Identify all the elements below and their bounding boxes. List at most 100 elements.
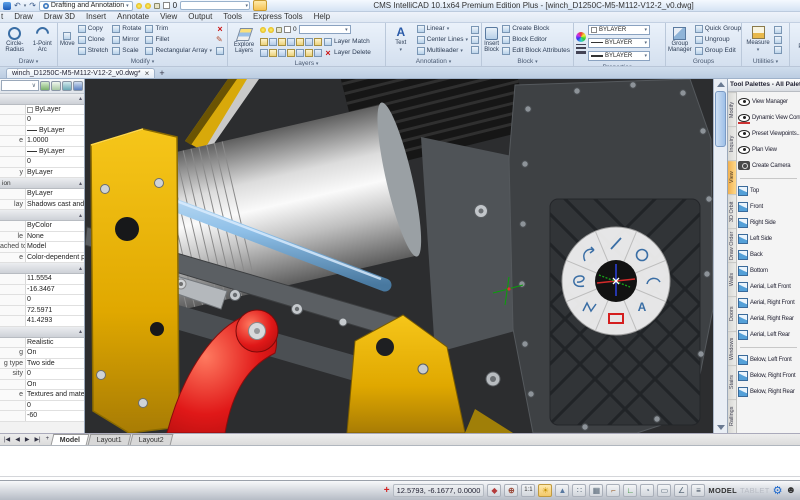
measure-button[interactable]: Measure ▾	[744, 24, 772, 56]
section-misc[interactable]: ▴	[0, 326, 84, 338]
snap-icon[interactable]: ◆	[487, 484, 502, 498]
palette-tab-view[interactable]: View	[728, 160, 736, 195]
grid-icon[interactable]: ▦	[589, 484, 604, 498]
menu-item-help[interactable]: Help	[314, 12, 330, 21]
next-tab-button[interactable]: ▶	[23, 436, 32, 443]
layer-dropdown[interactable]: ▾	[180, 1, 251, 10]
prop-row[interactable]: 41.4293	[0, 316, 84, 327]
prop-row[interactable]: le None	[0, 231, 84, 243]
radial-menu[interactable]: A	[561, 226, 671, 336]
scrollbar-thumb[interactable]	[715, 90, 726, 147]
workspace-select[interactable]: Drafting and Annotation ▾	[38, 0, 133, 11]
prop-row[interactable]: On	[0, 379, 84, 391]
section-3d-visualization[interactable]: ion ▴	[0, 178, 84, 190]
prop-row[interactable]: layShadows cast and r...	[0, 199, 84, 211]
ungroup-button[interactable]: Ungroup	[694, 35, 743, 45]
entity-type-select[interactable]: ∨	[1, 80, 39, 92]
palette-item-below-left-front[interactable]: Below, Left Front	[737, 352, 800, 368]
center-lines-button[interactable]: Center Lines ▾	[416, 35, 469, 45]
edit-length-button[interactable]: ✎	[215, 35, 225, 45]
delete-button[interactable]: ×	[215, 24, 225, 34]
circle-radius-button[interactable]: Circle-Radius	[2, 24, 28, 56]
wipeout-icon[interactable]	[471, 35, 479, 44]
layer-properties-button[interactable]	[253, 0, 268, 11]
id-point-icon[interactable]	[774, 25, 782, 34]
radial-text-icon[interactable]: A	[638, 300, 647, 314]
layer-on-bulb-icon[interactable]	[135, 2, 142, 9]
linetype-icon[interactable]	[576, 43, 586, 54]
palette-item-top[interactable]: Top	[737, 183, 800, 199]
insert-block-button[interactable]: Insert Block	[484, 24, 499, 56]
color-wheel-icon[interactable]	[576, 31, 586, 42]
prop-row[interactable]: 11.5554	[0, 274, 84, 285]
trim-button[interactable]: Trim	[144, 24, 213, 34]
list-icon[interactable]	[774, 45, 782, 54]
palette-item-front[interactable]: Front	[737, 199, 800, 215]
menu-item-draw3d[interactable]: Draw 3D	[44, 12, 75, 21]
linear-dimension-button[interactable]: Linear ▾	[416, 24, 469, 34]
app-icon[interactable]	[3, 1, 11, 10]
palette-tab-draw-order[interactable]: Draw Order	[728, 228, 736, 263]
palette-item-aerial-right-front[interactable]: Aerial, Right Front	[737, 295, 800, 311]
last-tab-button[interactable]: ▶|	[32, 436, 42, 443]
block-group-label[interactable]: Block ▾	[482, 57, 573, 66]
menu-item-output[interactable]: Output	[188, 12, 212, 21]
group-manager-button[interactable]: Group Manager	[668, 24, 692, 56]
draw-group-label[interactable]: Draw ▾	[0, 57, 57, 66]
move-button[interactable]: Move	[60, 24, 75, 56]
prop-row[interactable]: Realistic	[0, 337, 84, 349]
entity-snap-icon[interactable]: ⊕	[504, 484, 519, 498]
prop-row[interactable]: e 1.0000	[0, 136, 84, 147]
prop-row[interactable]: ByColor	[0, 221, 84, 232]
document-close-icon[interactable]: ×	[145, 69, 150, 77]
modify-group-label[interactable]: Modify ▾	[58, 57, 227, 66]
palette-item-plan-view[interactable]: Plan View	[737, 142, 800, 158]
layer-color-swatch[interactable]	[162, 2, 170, 9]
palette-item-aerial-right-rear[interactable]: Aerial, Right Rear	[737, 311, 800, 327]
annotation-group-label[interactable]: Annotation ▾	[386, 57, 481, 66]
palette-tab-stairs[interactable]: Stairs	[728, 364, 736, 399]
prop-row[interactable]: ByLayer	[0, 146, 84, 158]
layer-bulb-icon[interactable]	[260, 26, 266, 33]
palette-item-view-manager[interactable]: View Manager	[737, 94, 800, 110]
model-space-toggle[interactable]: MODEL	[708, 486, 737, 495]
palette-item-create-camera[interactable]: Create Camera	[737, 158, 800, 174]
tab-layout1[interactable]: Layout1	[88, 433, 132, 445]
palette-item-preset-viewpoints[interactable]: Preset Viewpoints...	[737, 126, 800, 142]
block-editor-button[interactable]: Block Editor	[501, 35, 571, 45]
layers-dropdown[interactable]: ▾	[298, 25, 351, 35]
palette-item-back[interactable]: Back	[737, 247, 800, 263]
fillet-button[interactable]: Fillet	[144, 35, 213, 45]
command-line[interactable]	[0, 444, 800, 481]
palette-tab-windows[interactable]: Windows	[728, 330, 736, 365]
tool-palettes-title[interactable]: Tool Palettes - All Palettes	[728, 78, 800, 92]
entity-tracking-icon[interactable]: ◔	[640, 484, 655, 498]
menu-item-partial[interactable]: t	[1, 12, 3, 21]
rotate-button[interactable]: Rotate	[111, 24, 142, 34]
menu-item-view[interactable]: View	[160, 12, 177, 21]
layer-delete-button[interactable]: × Layer Delete	[323, 48, 372, 58]
palette-item-right-side[interactable]: Right Side	[737, 215, 800, 231]
lineweight-icon[interactable]: ≡	[691, 484, 706, 498]
menu-item-insert[interactable]: Insert	[86, 12, 106, 21]
new-document-button[interactable]: +	[159, 68, 164, 78]
isometric-grid-icon[interactable]: ∷	[572, 484, 587, 498]
layer-swatch-icon[interactable]	[284, 26, 291, 34]
layer-match-button[interactable]: Layer Match	[323, 37, 371, 47]
quick-select-icon[interactable]	[40, 80, 50, 91]
annotation-visibility-icon[interactable]: ☀	[538, 484, 553, 498]
undo-button[interactable]: ↶	[14, 1, 21, 10]
first-tab-button[interactable]: |◀	[2, 436, 12, 443]
add-layout-button[interactable]: +	[44, 436, 52, 442]
one-point-arc-button[interactable]: 1-Point Arc	[30, 24, 56, 56]
clone-button[interactable]: Clone	[77, 35, 110, 45]
palette-item-aerial-left-front[interactable]: Aerial, Left Front	[737, 279, 800, 295]
prop-row[interactable]: ached to Model	[0, 242, 84, 253]
prop-row[interactable]: 0	[0, 295, 84, 306]
prop-row[interactable]: 72.5971	[0, 305, 84, 317]
rectangular-array-button[interactable]: Rectangular Array ▾	[144, 46, 213, 56]
prop-row[interactable]: ByLayer	[0, 189, 84, 200]
menu-item-tools[interactable]: Tools	[223, 12, 242, 21]
layer-sun-icon[interactable]	[268, 26, 274, 33]
drawing-viewport[interactable]: A	[85, 78, 713, 433]
